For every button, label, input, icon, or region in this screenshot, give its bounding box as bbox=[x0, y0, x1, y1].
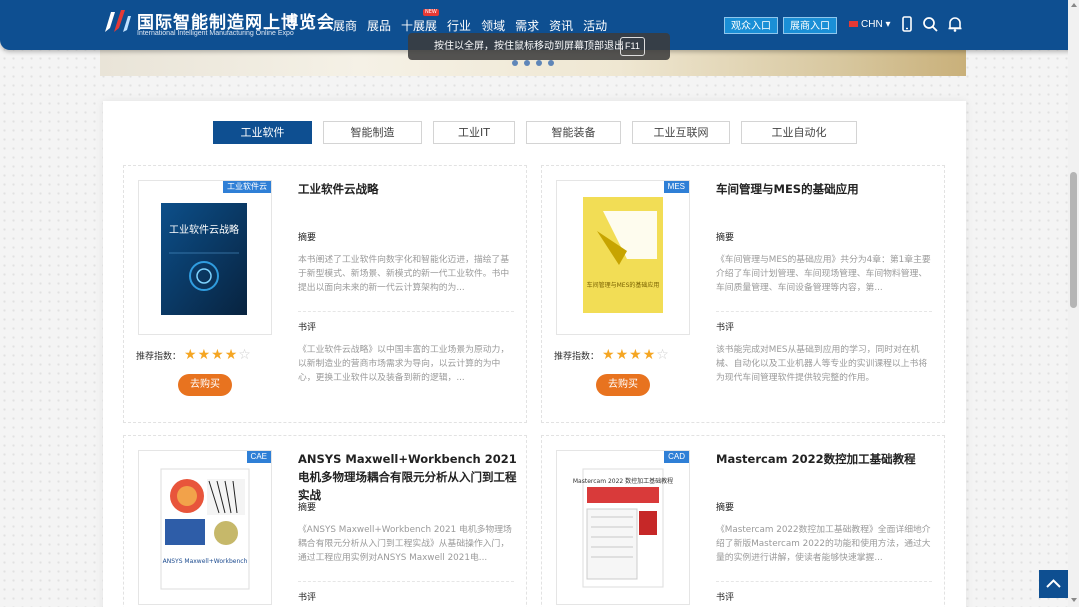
divider bbox=[298, 581, 514, 582]
star-filled-icon: ★ bbox=[629, 347, 642, 363]
divider bbox=[716, 311, 932, 312]
tab-industrial-internet[interactable]: 工业互联网 bbox=[632, 121, 730, 144]
rating-label: 推荐指数： bbox=[554, 351, 600, 362]
expo-logo-icon[interactable] bbox=[101, 6, 133, 38]
summary-text: 《车间管理与MES的基础应用》共分为4章：第1章主要介绍了车间计划管理、车间现场… bbox=[716, 255, 931, 293]
nav-item-demand[interactable]: 需求 bbox=[515, 17, 539, 34]
exhibitor-entry-button[interactable]: 展商入口 bbox=[783, 17, 837, 34]
star-filled-icon: ★ bbox=[224, 347, 238, 363]
book-card[interactable]: 工业软件云战略 工业软件云 工业软件云战略 摘要 本书阐述了工业软件向数字化和智… bbox=[123, 165, 527, 423]
review-text: 该书能完成对MES从基础到应用的学习，同时对在机械、自动化以及工业机器人等专业的… bbox=[716, 345, 928, 383]
book-cover-image: 工业软件云战略 bbox=[161, 203, 247, 315]
recommendation-rating: 推荐指数： ★ ★ ★ ★ ☆ bbox=[554, 348, 670, 362]
cover-title-text: Mastercam 2022 数控加工基础教程 bbox=[573, 477, 673, 485]
divider bbox=[298, 311, 514, 312]
scroll-up-arrow-icon[interactable] bbox=[1071, 3, 1077, 7]
nav-item-news[interactable]: 资讯 bbox=[549, 17, 573, 34]
divider bbox=[716, 581, 932, 582]
book-cover-image: 车间管理与MES的基础应用 bbox=[583, 197, 663, 313]
tab-industrial-software[interactable]: 工业软件 bbox=[213, 121, 312, 144]
category-tag: 工业软件云 bbox=[223, 181, 271, 193]
summary-label: 摘要 bbox=[298, 503, 317, 513]
star-filled-icon: ★ bbox=[184, 347, 197, 363]
review-label: 书评 bbox=[716, 593, 735, 603]
cover-title-text: 工业软件云战略 bbox=[169, 223, 239, 236]
book-card[interactable]: ANSYS Maxwell+Workbench CAE ANSYS Maxwel… bbox=[123, 435, 527, 607]
new-badge: NEW bbox=[423, 9, 439, 16]
books-panel: 工业软件 智能制造 工业IT 智能装备 工业互联网 工业自动化 工业软件云战略 bbox=[103, 101, 966, 607]
book-title[interactable]: ANSYS Maxwell+Workbench 2021 电机多物理场耦合有限元… bbox=[298, 450, 520, 504]
book-title[interactable]: 工业软件云战略 bbox=[298, 180, 520, 198]
logo-subtitle: International Intelligent Manufacturing … bbox=[137, 30, 294, 37]
category-tag: MES bbox=[663, 181, 689, 193]
review-label: 书评 bbox=[716, 323, 735, 333]
book-card[interactable]: Mastercam 2022 数控加工基础教程 CAD Mastercam 20… bbox=[541, 435, 945, 607]
category-tag: CAE bbox=[246, 451, 271, 463]
tab-smart-equipment[interactable]: 智能装备 bbox=[526, 121, 621, 144]
book-cover-image: ANSYS Maxwell+Workbench bbox=[160, 468, 250, 590]
star-empty-icon: ☆ bbox=[656, 347, 669, 363]
nav-item-ten-exhibitions[interactable]: 十展展 NEW bbox=[401, 9, 439, 34]
nav-item-fields[interactable]: 领域 bbox=[481, 17, 505, 34]
nav-item-exhibitors[interactable]: 展商 bbox=[333, 17, 357, 34]
china-flag-icon bbox=[849, 21, 858, 28]
review-label: 书评 bbox=[298, 593, 317, 603]
search-icon[interactable] bbox=[921, 15, 939, 33]
star-filled-icon: ★ bbox=[602, 347, 615, 363]
chevron-down-icon: ▾ bbox=[885, 19, 891, 30]
buy-button[interactable]: 去购买 bbox=[596, 374, 650, 396]
vertical-scrollbar[interactable] bbox=[1068, 0, 1079, 607]
nav-item-events[interactable]: 活动 bbox=[583, 17, 607, 34]
star-filled-icon: ★ bbox=[615, 347, 629, 363]
nav-item-industry[interactable]: 行业 bbox=[447, 17, 471, 34]
main-nav: 展商 展品 十展展 NEW 行业 领域 需求 资讯 活动 bbox=[333, 9, 607, 34]
star-filled-icon: ★ bbox=[197, 347, 211, 363]
carousel-dots[interactable] bbox=[512, 60, 554, 66]
review-label: 书评 bbox=[298, 323, 317, 333]
book-cover[interactable]: Mastercam 2022 数控加工基础教程 CAD bbox=[556, 450, 690, 605]
scroll-thumb[interactable] bbox=[1070, 172, 1077, 308]
summary-text: 《Mastercam 2022数控加工基础教程》全面详细地介绍了新版Master… bbox=[716, 525, 931, 563]
language-selector[interactable]: CHN ▾ bbox=[849, 19, 890, 30]
tab-industrial-automation[interactable]: 工业自动化 bbox=[741, 121, 857, 144]
fullscreen-tip: 按住以全屏，按住鼠标移动到屏幕顶部退出 F11 bbox=[408, 33, 670, 60]
book-title[interactable]: 车间管理与MES的基础应用 bbox=[716, 180, 938, 198]
mobile-icon[interactable] bbox=[898, 15, 916, 33]
f11-key-hint: F11 bbox=[620, 37, 645, 56]
tab-smart-manufacturing[interactable]: 智能制造 bbox=[323, 121, 422, 144]
star-filled-icon: ★ bbox=[211, 347, 224, 363]
summary-label: 摘要 bbox=[716, 233, 735, 243]
nav-item-products[interactable]: 展品 bbox=[367, 17, 391, 34]
summary-label: 摘要 bbox=[716, 503, 735, 513]
category-tabs: 工业软件 智能制造 工业IT 智能装备 工业互联网 工业自动化 bbox=[213, 121, 868, 144]
book-cover[interactable]: ANSYS Maxwell+Workbench CAE bbox=[138, 450, 272, 605]
rating-label: 推荐指数： bbox=[136, 351, 182, 362]
book-cover-image: Mastercam 2022 数控加工基础教程 bbox=[573, 468, 673, 588]
scroll-down-arrow-icon[interactable] bbox=[1071, 598, 1077, 602]
summary-text: 本书阐述了工业软件向数字化和智能化迈进，描绘了基于新型模式、新场景、新模式的新一… bbox=[298, 255, 510, 293]
buy-button[interactable]: 去购买 bbox=[178, 374, 232, 396]
cover-title-text: 车间管理与MES的基础应用 bbox=[587, 281, 660, 289]
bell-icon[interactable] bbox=[946, 15, 964, 33]
category-tag: CAD bbox=[664, 451, 689, 463]
recommendation-rating: 推荐指数： ★ ★ ★ ★ ☆ bbox=[136, 348, 252, 362]
summary-text: 《ANSYS Maxwell+Workbench 2021 电机多物理场耦合有限… bbox=[298, 525, 512, 563]
visitor-entry-button[interactable]: 观众入口 bbox=[724, 17, 778, 34]
review-text: 《工业软件云战略》以中国丰富的工业场景为原动力，以新制造业的营商市场需求为导向，… bbox=[298, 345, 510, 383]
book-cover[interactable]: 工业软件云战略 工业软件云 bbox=[138, 180, 272, 335]
star-empty-icon: ☆ bbox=[238, 347, 251, 363]
book-card[interactable]: 车间管理与MES的基础应用 MES 车间管理与MES的基础应用 摘要 《车间管理… bbox=[541, 165, 945, 423]
star-filled-icon: ★ bbox=[642, 347, 656, 363]
back-to-top-button[interactable] bbox=[1039, 570, 1068, 598]
chevron-up-icon bbox=[1046, 579, 1061, 588]
cover-title-text: ANSYS Maxwell+Workbench bbox=[163, 558, 248, 565]
book-title[interactable]: Mastercam 2022数控加工基础教程 bbox=[716, 450, 938, 468]
tab-industrial-it[interactable]: 工业IT bbox=[433, 121, 515, 144]
summary-label: 摘要 bbox=[298, 233, 317, 243]
book-cover[interactable]: 车间管理与MES的基础应用 MES bbox=[556, 180, 690, 335]
